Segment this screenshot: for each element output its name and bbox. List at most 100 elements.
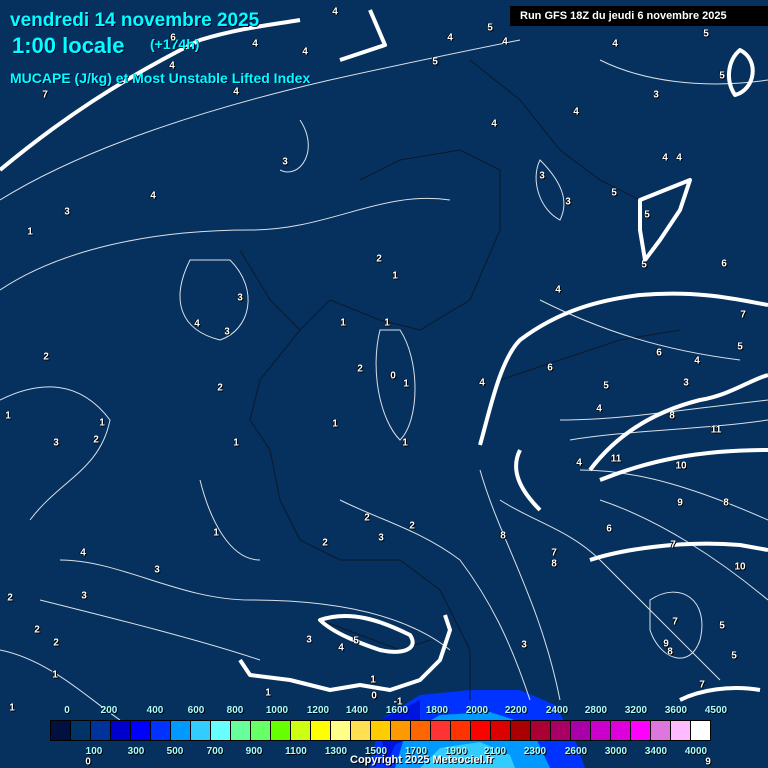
legend-label: 400 xyxy=(146,705,164,716)
legend-swatch xyxy=(551,721,571,740)
contour-label: 2 xyxy=(322,537,328,549)
contour-label: 5 xyxy=(611,187,617,199)
contour-label: 5 xyxy=(603,380,609,392)
contour-label: 0 xyxy=(85,756,91,768)
contour-label: 5 xyxy=(737,341,743,353)
contour-label: 4 xyxy=(662,152,668,164)
copyright: Copyright 2025 Meteociel.fr xyxy=(350,754,494,766)
contour-label: 7 xyxy=(551,547,557,559)
contour-label: 2 xyxy=(364,512,370,524)
contour-label: 3 xyxy=(306,634,312,646)
contour-label: 5 xyxy=(641,259,647,271)
legend-swatch xyxy=(671,721,691,740)
contour-label: 2 xyxy=(217,382,223,394)
contour-label: 6 xyxy=(547,362,553,374)
contour-label: 3 xyxy=(64,206,70,218)
contour-label: 8 xyxy=(500,530,506,542)
legend-label: 1000 xyxy=(265,705,289,716)
contour-label: 4 xyxy=(233,86,239,98)
contour-label: 1 xyxy=(340,317,346,329)
contour-label: 4 xyxy=(676,152,682,164)
forecast-time: 1:00 locale xyxy=(12,33,125,58)
legend-label: 1200 xyxy=(306,705,330,716)
contour-label: 4 xyxy=(150,190,156,202)
legend-swatch xyxy=(131,721,151,740)
contour-label: 4 xyxy=(491,118,497,130)
contour-label: 10 xyxy=(675,460,687,472)
legend-swatch xyxy=(311,721,331,740)
contour-label: 7 xyxy=(699,679,705,691)
contour-label: 2 xyxy=(7,592,13,604)
contour-label: 4 xyxy=(576,457,582,469)
legend-swatch xyxy=(651,721,671,740)
contour-label: 2 xyxy=(376,253,382,265)
contour-label: 2 xyxy=(93,434,99,446)
contour-label: 4 xyxy=(502,36,508,48)
legend-label: 700 xyxy=(206,746,224,757)
contour-label: 8 xyxy=(551,558,557,570)
contour-label: 6 xyxy=(606,523,612,535)
contour-label: 4 xyxy=(169,60,175,72)
legend-swatch xyxy=(331,721,351,740)
legend-label: 1300 xyxy=(324,746,348,757)
contour-label: 3 xyxy=(154,564,160,576)
contour-label: 3 xyxy=(237,292,243,304)
legend-swatch xyxy=(71,721,91,740)
contour-label: 11 xyxy=(710,424,722,436)
contour-label: 4 xyxy=(573,106,579,118)
legend-label: 3600 xyxy=(664,705,688,716)
legend-swatch xyxy=(211,721,231,740)
contour-label: 5 xyxy=(703,28,709,40)
legend-label: 500 xyxy=(166,746,184,757)
legend-swatch xyxy=(151,721,171,740)
color-legend xyxy=(50,720,711,741)
contour-label: 1 xyxy=(384,317,390,329)
legend-label: 800 xyxy=(226,705,244,716)
contour-label: 1 xyxy=(5,410,11,422)
contour-label: 1 xyxy=(332,418,338,430)
legend-label: 2800 xyxy=(584,705,608,716)
legend-label: 4500 xyxy=(704,705,728,716)
contour-label: 5 xyxy=(432,56,438,68)
legend-label: 1100 xyxy=(285,746,307,757)
contour-label: 11 xyxy=(610,453,622,465)
legend-swatch xyxy=(251,721,271,740)
contour-label: 3 xyxy=(653,89,659,101)
legend-label: 1800 xyxy=(425,705,449,716)
legend-label: 4000 xyxy=(684,746,708,757)
legend-label: 3200 xyxy=(624,705,648,716)
legend-swatch xyxy=(491,721,511,740)
contour-label: 4 xyxy=(302,46,308,58)
contour-label: 3 xyxy=(53,437,59,449)
legend-swatch xyxy=(571,721,591,740)
legend-swatch xyxy=(511,721,531,740)
legend-swatch xyxy=(411,721,431,740)
contour-label: 8 xyxy=(667,646,673,658)
contour-label: 6 xyxy=(656,347,662,359)
contour-label: 4 xyxy=(479,377,485,389)
legend-label: 3400 xyxy=(644,746,668,757)
legend-swatch xyxy=(631,721,651,740)
contour-label: 5 xyxy=(487,22,493,34)
legend-swatch xyxy=(431,721,451,740)
legend-swatch xyxy=(691,721,710,740)
contour-label: 3 xyxy=(81,590,87,602)
contour-label: 3 xyxy=(224,326,230,338)
contour-label: 3 xyxy=(282,156,288,168)
contour-label: 5 xyxy=(719,70,725,82)
legend-label: 2600 xyxy=(564,746,588,757)
legend-label: 2300 xyxy=(523,746,547,757)
legend-swatch xyxy=(51,721,71,740)
contour-label: 4 xyxy=(447,32,453,44)
legend-swatch xyxy=(531,721,551,740)
contour-label: 1 xyxy=(9,702,15,714)
contour-label: 2 xyxy=(409,520,415,532)
legend-swatch xyxy=(471,721,491,740)
contour-label: 5 xyxy=(644,209,650,221)
contour-label: 1 xyxy=(392,270,398,282)
legend-swatch xyxy=(291,721,311,740)
legend-label: 1400 xyxy=(345,705,369,716)
legend-swatch xyxy=(231,721,251,740)
contour-label: 1 xyxy=(370,674,376,686)
legend-label: 0 xyxy=(64,705,70,716)
